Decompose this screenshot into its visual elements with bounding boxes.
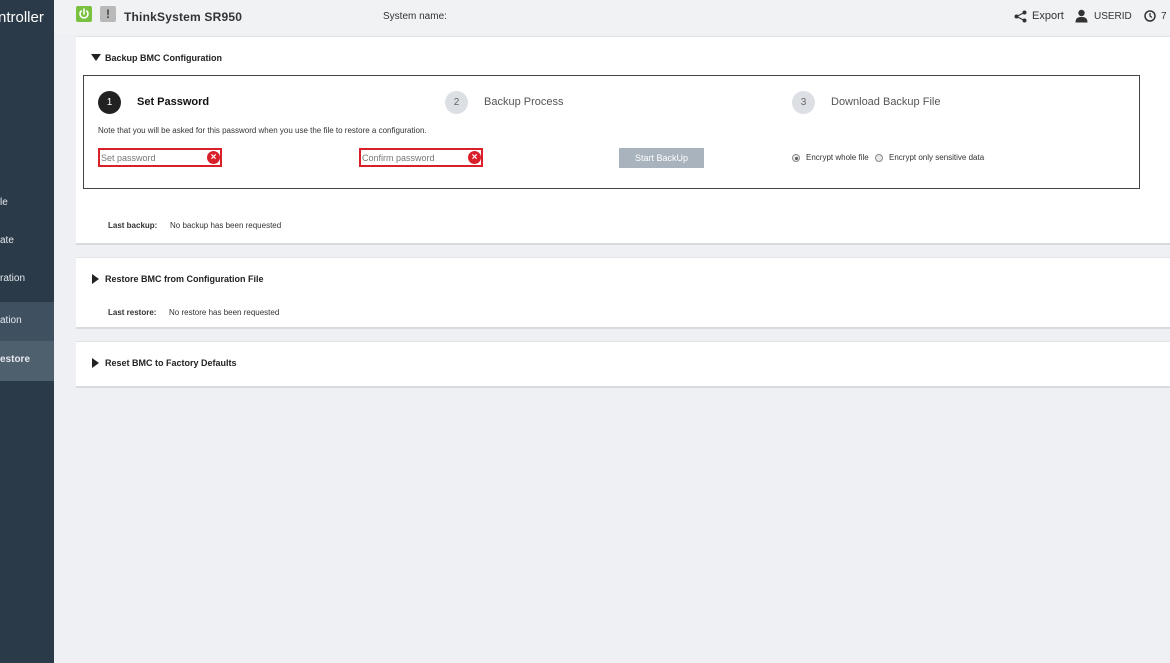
backup-wizard: 1 Set Password 2 Backup Process 3 Downlo… bbox=[83, 75, 1140, 189]
restore-panel: Restore BMC from Configuration File Last… bbox=[76, 257, 1170, 329]
step-2-indicator: 2 bbox=[445, 91, 468, 114]
power-status-icon[interactable] bbox=[76, 6, 92, 22]
top-bar: ! ThinkSystem SR950 System name: Export … bbox=[54, 0, 1170, 34]
app-brand-title: ntroller bbox=[0, 9, 44, 26]
last-backup-label: Last backup: bbox=[108, 221, 158, 230]
error-icon: × bbox=[468, 151, 481, 164]
encrypt-whole-label[interactable]: Encrypt whole file bbox=[806, 153, 869, 162]
step-1-label: Set Password bbox=[137, 96, 210, 108]
step-1-indicator: 1 bbox=[98, 91, 121, 114]
step-3-indicator: 3 bbox=[792, 91, 815, 114]
password-note: Note that you will be asked for this pas… bbox=[98, 126, 427, 135]
product-name: ThinkSystem SR950 bbox=[124, 10, 243, 24]
reset-panel: Reset BMC to Factory Defaults bbox=[76, 341, 1170, 388]
set-password-input[interactable] bbox=[101, 150, 205, 165]
backup-panel-title[interactable]: Backup BMC Configuration bbox=[105, 53, 222, 63]
time-label: 7 bbox=[1161, 11, 1167, 22]
reset-panel-title[interactable]: Reset BMC to Factory Defaults bbox=[105, 358, 237, 368]
step-2-label: Backup Process bbox=[484, 96, 564, 108]
sidebar-item-label: ration bbox=[0, 273, 26, 284]
encrypt-sensitive-radio[interactable] bbox=[875, 154, 883, 162]
sidebar-item-label: estore bbox=[0, 354, 31, 365]
sidebar-item-3[interactable]: ration bbox=[0, 260, 54, 300]
sidebar-item-label: ate bbox=[0, 235, 14, 246]
encrypt-sensitive-label[interactable]: Encrypt only sensitive data bbox=[889, 153, 984, 162]
sidebar-item-label: ation bbox=[0, 315, 22, 326]
encrypt-whole-radio[interactable] bbox=[792, 154, 800, 162]
export-label: Export bbox=[1032, 10, 1064, 22]
confirm-password-input[interactable] bbox=[362, 150, 466, 165]
clock-icon bbox=[1144, 10, 1156, 22]
start-backup-button[interactable]: Start BackUp bbox=[619, 148, 704, 168]
sidebar-item-label: le bbox=[0, 197, 8, 208]
sidebar-item-backup-restore[interactable]: estore bbox=[0, 341, 54, 381]
set-password-field[interactable]: × bbox=[98, 148, 222, 167]
sidebar-item-4[interactable]: ation bbox=[0, 302, 54, 342]
share-icon bbox=[1014, 10, 1027, 23]
user-label: USERID bbox=[1094, 11, 1132, 22]
last-restore-label: Last restore: bbox=[108, 308, 157, 317]
error-icon: × bbox=[207, 151, 220, 164]
sidebar-item-1[interactable]: le bbox=[0, 184, 54, 224]
expand-icon[interactable] bbox=[92, 274, 99, 284]
user-icon bbox=[1075, 9, 1088, 23]
system-name-label: System name: bbox=[383, 11, 447, 22]
collapse-icon[interactable] bbox=[91, 54, 101, 61]
expand-icon[interactable] bbox=[92, 358, 99, 368]
restore-panel-title[interactable]: Restore BMC from Configuration File bbox=[105, 274, 264, 284]
sidebar-item-2[interactable]: ate bbox=[0, 222, 54, 262]
confirm-password-field[interactable]: × bbox=[359, 148, 483, 167]
warning-icon[interactable]: ! bbox=[100, 6, 116, 22]
backup-panel: Backup BMC Configuration 1 Set Password … bbox=[76, 36, 1170, 245]
step-3-label: Download Backup File bbox=[831, 96, 941, 108]
sidebar: ntroller le ate ration ation estore bbox=[0, 0, 54, 663]
last-restore-value: No restore has been requested bbox=[169, 308, 280, 317]
last-backup-value: No backup has been requested bbox=[170, 221, 282, 230]
